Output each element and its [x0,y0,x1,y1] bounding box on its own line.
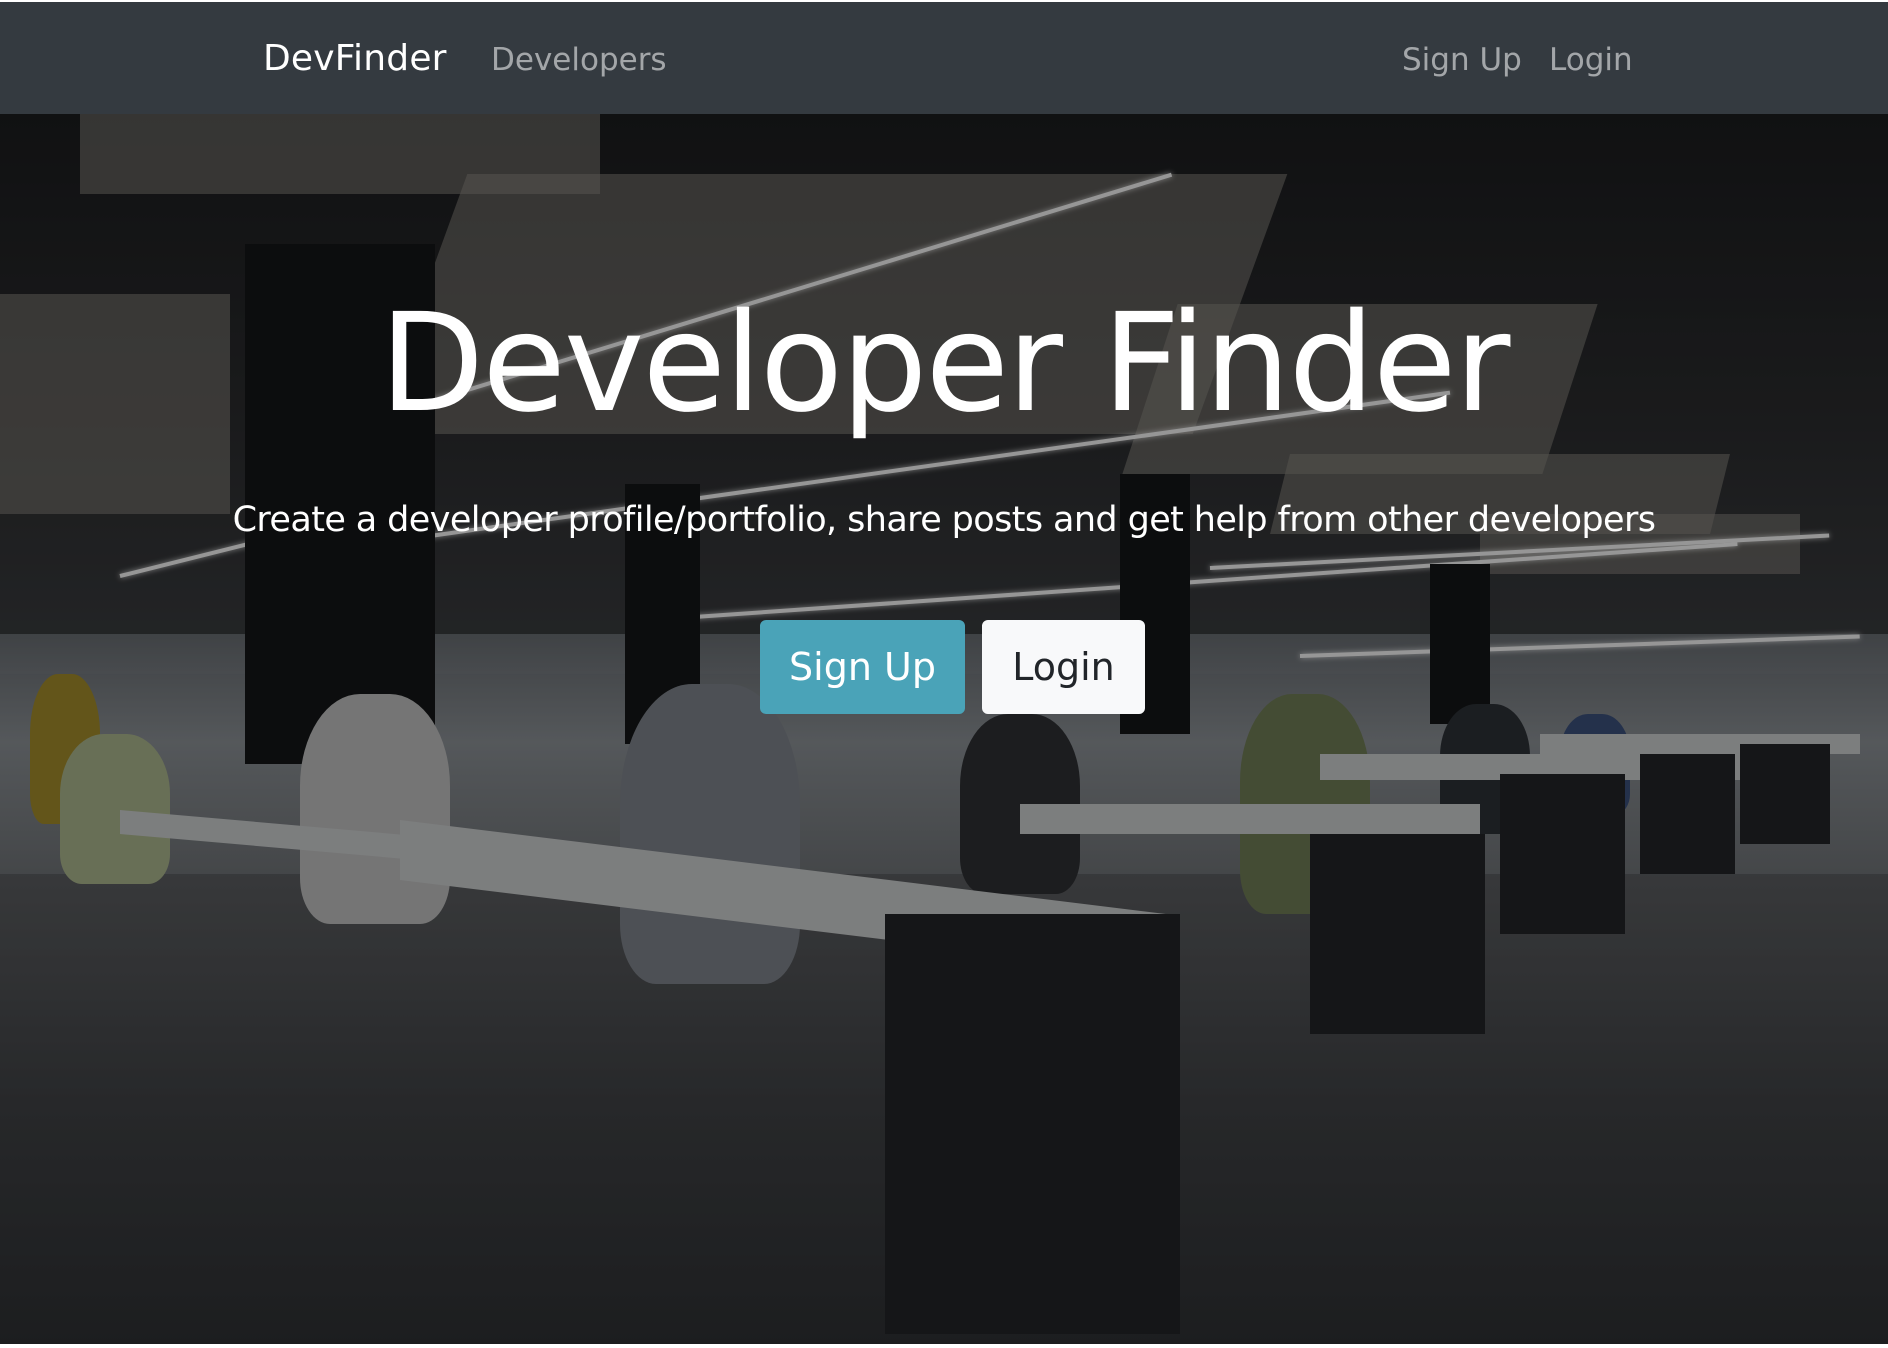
landing-page: DevFinder Developers Sign Up Login Devel… [0,0,1888,1348]
hero-section: Developer Finder Create a developer prof… [0,114,1888,1344]
nav-link-signup[interactable]: Sign Up [1402,42,1522,78]
top-navbar: DevFinder Developers Sign Up Login [0,0,1888,114]
nav-link-developers[interactable]: Developers [491,42,667,78]
hero-signup-button[interactable]: Sign Up [760,620,965,714]
hero-login-button[interactable]: Login [982,620,1145,714]
brand-logo-link[interactable]: DevFinder [263,38,447,79]
nav-link-login[interactable]: Login [1549,42,1633,78]
hero-lead-text: Create a developer profile/portfolio, sh… [232,500,1656,540]
hero-title: Developer Finder [379,285,1511,443]
